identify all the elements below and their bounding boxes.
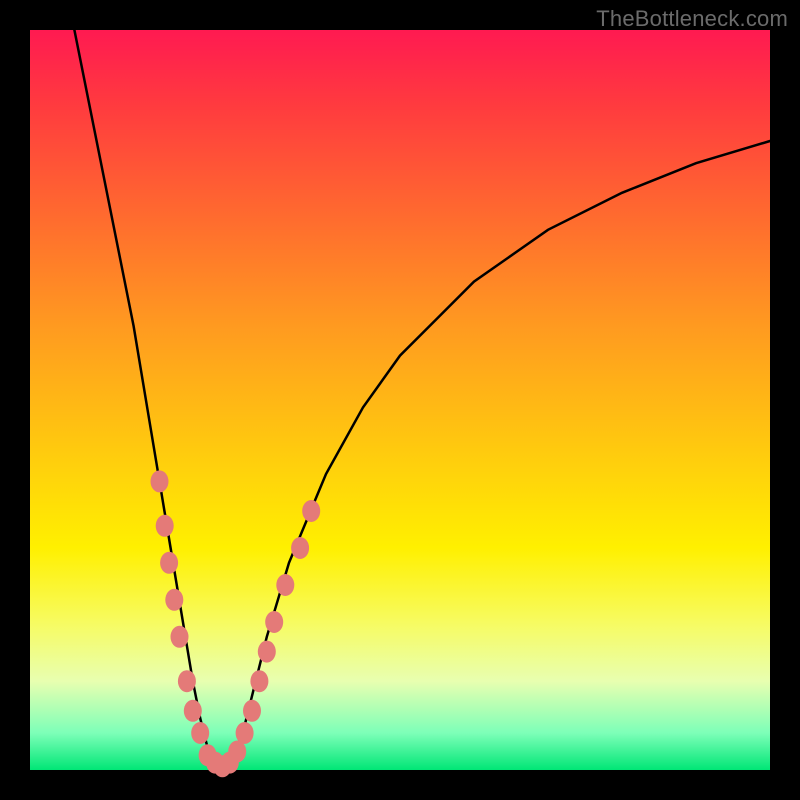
marker-point	[178, 670, 196, 692]
marker-point	[250, 670, 268, 692]
plot-area	[30, 30, 770, 770]
marker-point	[160, 552, 178, 574]
chart-frame: TheBottleneck.com	[0, 0, 800, 800]
marker-point	[302, 500, 320, 522]
marker-point	[184, 700, 202, 722]
marker-point	[243, 700, 261, 722]
marker-point	[236, 722, 254, 744]
sample-markers	[151, 470, 321, 777]
marker-point	[265, 611, 283, 633]
marker-point	[276, 574, 294, 596]
marker-point	[151, 470, 169, 492]
bottleneck-curve	[74, 30, 770, 770]
marker-point	[258, 641, 276, 663]
marker-point	[165, 589, 183, 611]
marker-point	[191, 722, 209, 744]
curve-path-group	[74, 30, 770, 770]
marker-point	[291, 537, 309, 559]
curve-svg	[30, 30, 770, 770]
marker-point	[156, 515, 174, 537]
watermark-text: TheBottleneck.com	[596, 6, 788, 32]
marker-point	[171, 626, 189, 648]
